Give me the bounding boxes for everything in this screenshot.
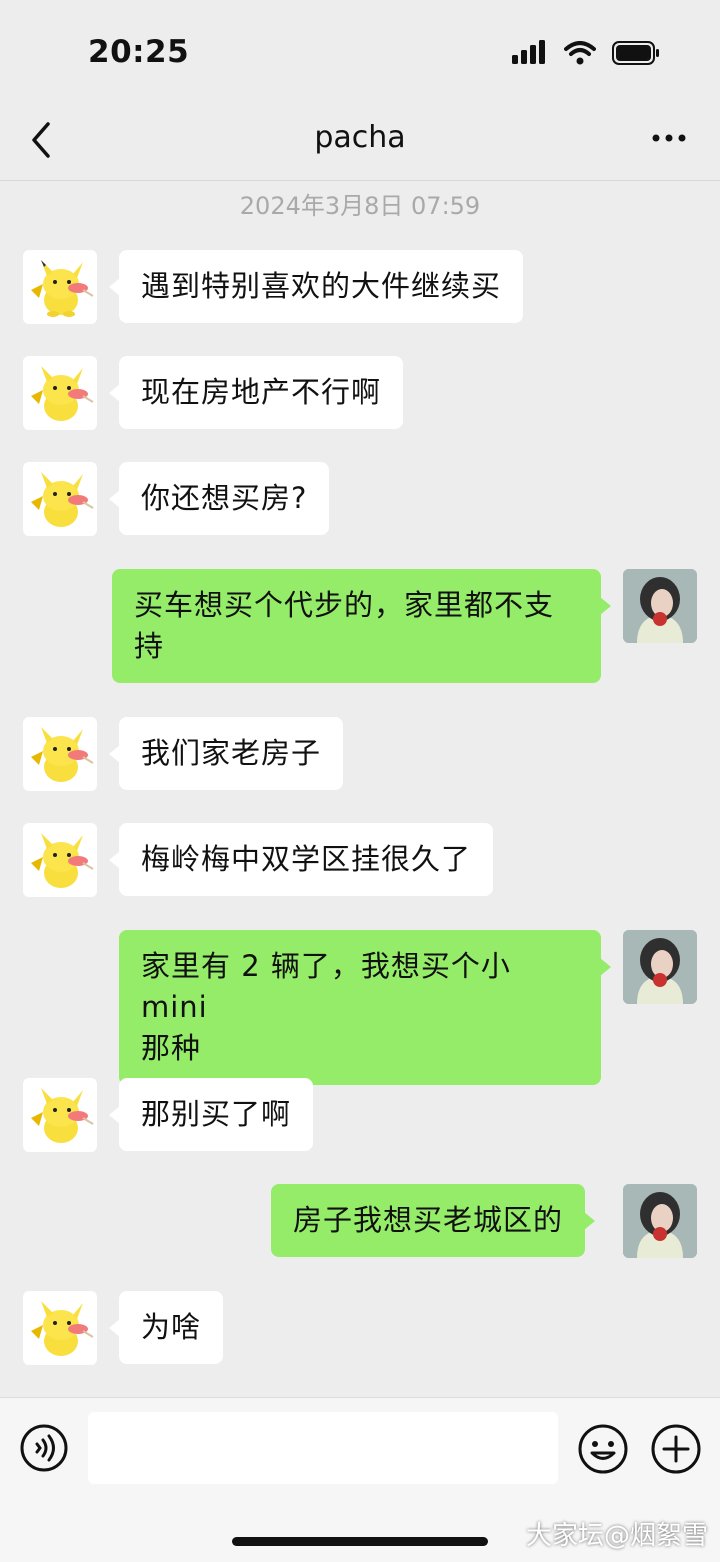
message-input[interactable]: [88, 1412, 558, 1484]
message-bubble-received[interactable]: 你还想买房?: [108, 462, 330, 535]
contact-avatar[interactable]: [23, 823, 97, 897]
contact-avatar[interactable]: [23, 1078, 97, 1152]
message-bubble-received[interactable]: 遇到特别喜欢的大件继续买: [108, 250, 524, 323]
more-actions-button[interactable]: [651, 1424, 701, 1474]
pikachu-avatar-icon: [31, 1301, 94, 1356]
message-bubble-received[interactable]: 我们家老房子: [108, 717, 344, 790]
battery-icon: [612, 41, 659, 65]
pikachu-avatar-icon: [31, 727, 94, 782]
contact-avatar[interactable]: [23, 717, 97, 791]
message-bubble-received[interactable]: 为啥: [108, 1291, 224, 1364]
contact-avatar[interactable]: [23, 356, 97, 430]
message-bubble-sent[interactable]: 房子我想买老城区的: [271, 1184, 596, 1257]
pikachu-avatar-icon: [31, 833, 94, 888]
user-portrait-avatar-icon: [623, 569, 697, 643]
watermark: 大家坛@烟絮雪: [525, 1521, 708, 1551]
contact-avatar[interactable]: [23, 462, 97, 536]
message-bubble-sent[interactable]: 买车想买个代步的，家里都不支 持: [112, 569, 611, 683]
more-dots-icon: [652, 134, 686, 142]
more-button[interactable]: [650, 128, 690, 148]
chat-title: pacha: [314, 120, 406, 155]
message-bubble-received[interactable]: 梅岭梅中双学区挂很久了: [108, 823, 494, 896]
status-time: 20:25: [88, 34, 190, 70]
self-avatar[interactable]: [623, 1184, 697, 1258]
message-bubble-sent[interactable]: 家里有 2 辆了，我想买个小 mini 那种: [119, 930, 611, 1085]
contact-avatar[interactable]: [23, 1291, 97, 1365]
plus-icon: [651, 1424, 701, 1474]
self-avatar[interactable]: [623, 569, 697, 643]
message-line: 那种: [141, 1031, 202, 1065]
signal-icon: [512, 40, 545, 64]
message-line: 持: [134, 629, 165, 663]
self-avatar[interactable]: [623, 930, 697, 1004]
chat-timestamp: 2024年3月8日 07:59: [239, 192, 481, 220]
pikachu-avatar-icon: [31, 260, 94, 317]
emoji-button[interactable]: [578, 1424, 628, 1474]
home-indicator[interactable]: [232, 1537, 488, 1546]
wifi-icon: [564, 41, 596, 65]
chat-header: pacha: [0, 100, 720, 181]
status-icons: [512, 40, 660, 66]
pikachu-avatar-icon: [31, 1088, 94, 1143]
voice-button[interactable]: [20, 1424, 68, 1472]
contact-avatar[interactable]: [23, 250, 97, 324]
message-line: 家里有 2 辆了，我想买个小 mini: [141, 949, 511, 1024]
pikachu-avatar-icon: [31, 472, 94, 527]
user-portrait-avatar-icon: [623, 930, 697, 1004]
message-bubble-received[interactable]: 现在房地产不行啊: [108, 356, 404, 429]
status-bar: 20:25: [0, 0, 720, 100]
pikachu-avatar-icon: [31, 366, 94, 421]
emoji-icon: [578, 1424, 628, 1474]
user-portrait-avatar-icon: [623, 1184, 697, 1258]
message-bubble-received[interactable]: 那别买了啊: [108, 1078, 314, 1151]
message-line: 买车想买个代步的，家里都不支: [134, 588, 555, 622]
voice-icon: [20, 1424, 68, 1472]
